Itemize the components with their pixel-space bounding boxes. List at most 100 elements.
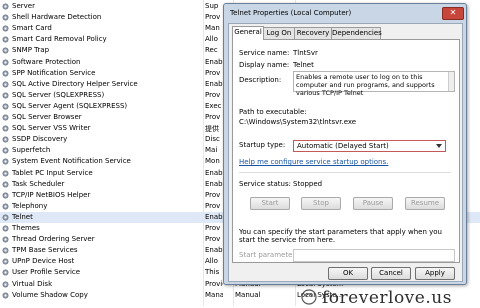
service-name: TPM Base Services bbox=[12, 246, 78, 255]
service-description: Prov bbox=[205, 224, 221, 232]
help-startup-link[interactable]: Help me configure service startup option… bbox=[239, 158, 388, 166]
service-name: User Profile Service bbox=[12, 268, 81, 277]
gear-icon bbox=[2, 147, 9, 154]
service-description: Provides m... bbox=[205, 279, 223, 288]
service-description: Enab bbox=[205, 57, 223, 66]
service-name: Tablet PC Input Service bbox=[12, 168, 93, 177]
pause-button[interactable]: Pause bbox=[353, 197, 393, 210]
service-description: Prov bbox=[205, 68, 221, 77]
service-name: Superfetch bbox=[12, 146, 51, 155]
service-name: Software Protection bbox=[12, 57, 81, 66]
service-description: Enab bbox=[205, 246, 223, 255]
service-status-value: Stopped bbox=[293, 180, 323, 188]
gear-icon bbox=[2, 203, 9, 210]
tab-log-on[interactable]: Log On bbox=[263, 27, 295, 39]
service-name: Smart Card bbox=[12, 24, 52, 33]
service-description: Mon bbox=[205, 157, 220, 166]
service-name: Smart Card Removal Policy bbox=[12, 35, 107, 44]
gear-icon bbox=[2, 158, 9, 165]
tab-recovery[interactable]: Recovery bbox=[294, 27, 332, 39]
service-name-value: TlntSvr bbox=[293, 49, 318, 57]
cancel-button[interactable]: Cancel bbox=[371, 267, 411, 280]
close-button[interactable]: ✕ bbox=[442, 7, 464, 20]
gear-icon bbox=[2, 269, 9, 276]
general-tab-panel: Service name: TlntSvr Display name: Teln… bbox=[232, 39, 460, 263]
telnet-properties-dialog: Telnet Properties (Local Computer) ✕ Gen… bbox=[223, 3, 467, 285]
service-description: Man bbox=[205, 24, 220, 33]
watermark-logo-icon bbox=[301, 289, 317, 305]
gear-icon bbox=[2, 3, 9, 10]
service-name: SQL Server Browser bbox=[12, 113, 82, 121]
gear-icon bbox=[2, 214, 9, 221]
start-parameters-input[interactable] bbox=[293, 249, 455, 262]
service-startup-type: Manual bbox=[235, 290, 261, 299]
stop-button[interactable]: Stop bbox=[301, 197, 341, 210]
service-name: Server bbox=[12, 2, 35, 10]
service-description: Enab bbox=[205, 212, 223, 221]
description-scrollbar[interactable] bbox=[448, 72, 454, 91]
start-parameters-note: You can specify the start parameters tha… bbox=[239, 228, 442, 244]
service-name: SQL Server Agent (SQLEXPRESS) bbox=[12, 101, 128, 110]
gear-icon bbox=[2, 170, 9, 176]
startup-type-select[interactable]: Automatic (Delayed Start) bbox=[293, 140, 446, 152]
service-name: Telephony bbox=[12, 201, 48, 210]
service-name: Virtual Disk bbox=[12, 279, 53, 288]
gear-icon bbox=[2, 281, 9, 287]
service-description: Prov bbox=[205, 90, 221, 99]
tab-general[interactable]: General bbox=[232, 26, 264, 40]
gear-icon bbox=[2, 70, 9, 77]
gear-icon bbox=[2, 181, 9, 188]
service-description: Manages a... bbox=[205, 290, 223, 299]
display-name-value: Telnet bbox=[293, 61, 314, 69]
dialog-title: Telnet Properties (Local Computer) bbox=[230, 9, 352, 17]
path-value: C:\Windows\System32\tlntsvr.exe bbox=[239, 118, 357, 126]
startup-type-value: Automatic (Delayed Start) bbox=[297, 142, 389, 150]
service-description: Disc bbox=[205, 135, 220, 144]
gear-icon bbox=[2, 114, 9, 121]
service-description: Allo bbox=[205, 35, 218, 44]
service-description: Enab bbox=[205, 79, 223, 88]
watermark-text: foreverlove.us bbox=[322, 288, 452, 308]
service-description: Prov bbox=[205, 13, 221, 22]
tab-dependencies[interactable]: Dependencies bbox=[331, 27, 382, 39]
chevron-down-icon bbox=[436, 144, 442, 148]
service-description: Rec bbox=[205, 46, 218, 55]
service-description: Sup bbox=[205, 2, 219, 10]
service-description: Allo bbox=[205, 257, 218, 266]
gear-icon bbox=[2, 292, 9, 299]
gear-icon bbox=[2, 192, 9, 199]
service-name: SNMP Trap bbox=[12, 46, 50, 55]
gear-icon bbox=[2, 258, 9, 265]
service-description: Enab bbox=[205, 179, 223, 188]
service-name: Thread Ordering Server bbox=[12, 235, 95, 244]
service-description: This bbox=[205, 268, 220, 277]
description-field[interactable]: Enables a remote user to log on to this … bbox=[293, 71, 455, 97]
service-status-label: Service status: bbox=[239, 180, 291, 188]
description-text: Enables a remote user to log on to this … bbox=[296, 73, 435, 97]
service-name-label: Service name: bbox=[239, 49, 290, 57]
gear-icon bbox=[2, 103, 9, 110]
gear-icon bbox=[2, 247, 9, 254]
gear-icon bbox=[2, 36, 9, 43]
divider bbox=[239, 172, 451, 173]
ok-button[interactable]: OK bbox=[328, 267, 368, 280]
service-name: SPP Notification Service bbox=[12, 68, 96, 77]
service-description: Prov bbox=[205, 201, 221, 210]
gear-icon bbox=[2, 225, 9, 232]
service-name: SQL Active Directory Helper Service bbox=[12, 79, 138, 88]
display-name-label: Display name: bbox=[239, 61, 290, 69]
service-name: System Event Notification Service bbox=[12, 157, 131, 166]
start-parameters-label: Start parameters: bbox=[239, 251, 302, 259]
service-name: SSDP Discovery bbox=[12, 135, 68, 144]
apply-button[interactable]: Apply bbox=[415, 267, 455, 280]
service-name: UPnP Device Host bbox=[12, 257, 75, 266]
start-button[interactable]: Start bbox=[250, 197, 290, 210]
service-name: Shell Hardware Detection bbox=[12, 13, 102, 22]
service-description: Prov bbox=[205, 113, 221, 121]
service-description: Prov bbox=[205, 235, 221, 244]
dialog-titlebar[interactable]: Telnet Properties (Local Computer) ✕ bbox=[224, 4, 466, 23]
gear-icon bbox=[2, 25, 9, 32]
gear-icon bbox=[2, 125, 9, 132]
service-description: Exec bbox=[205, 101, 222, 110]
resume-button[interactable]: Resume bbox=[405, 197, 445, 210]
